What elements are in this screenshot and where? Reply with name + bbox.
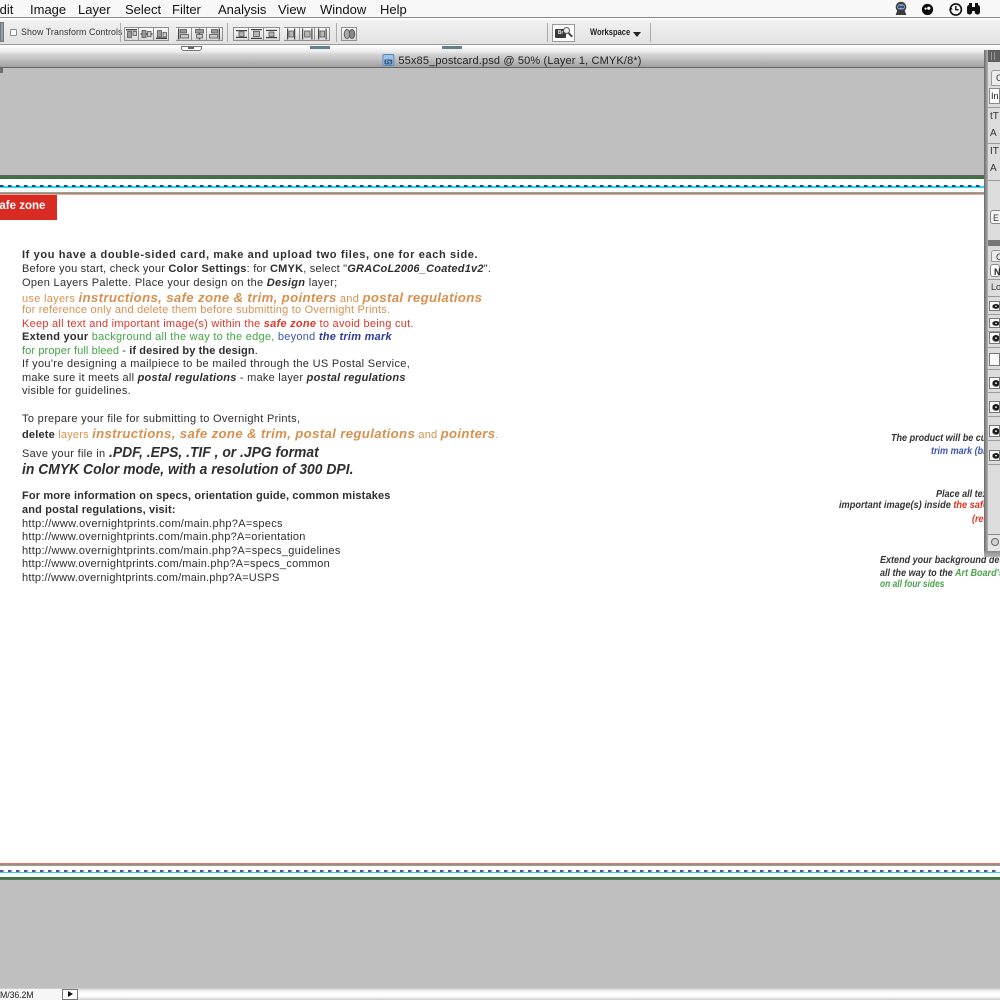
- svg-text:Ps: Ps: [386, 60, 392, 65]
